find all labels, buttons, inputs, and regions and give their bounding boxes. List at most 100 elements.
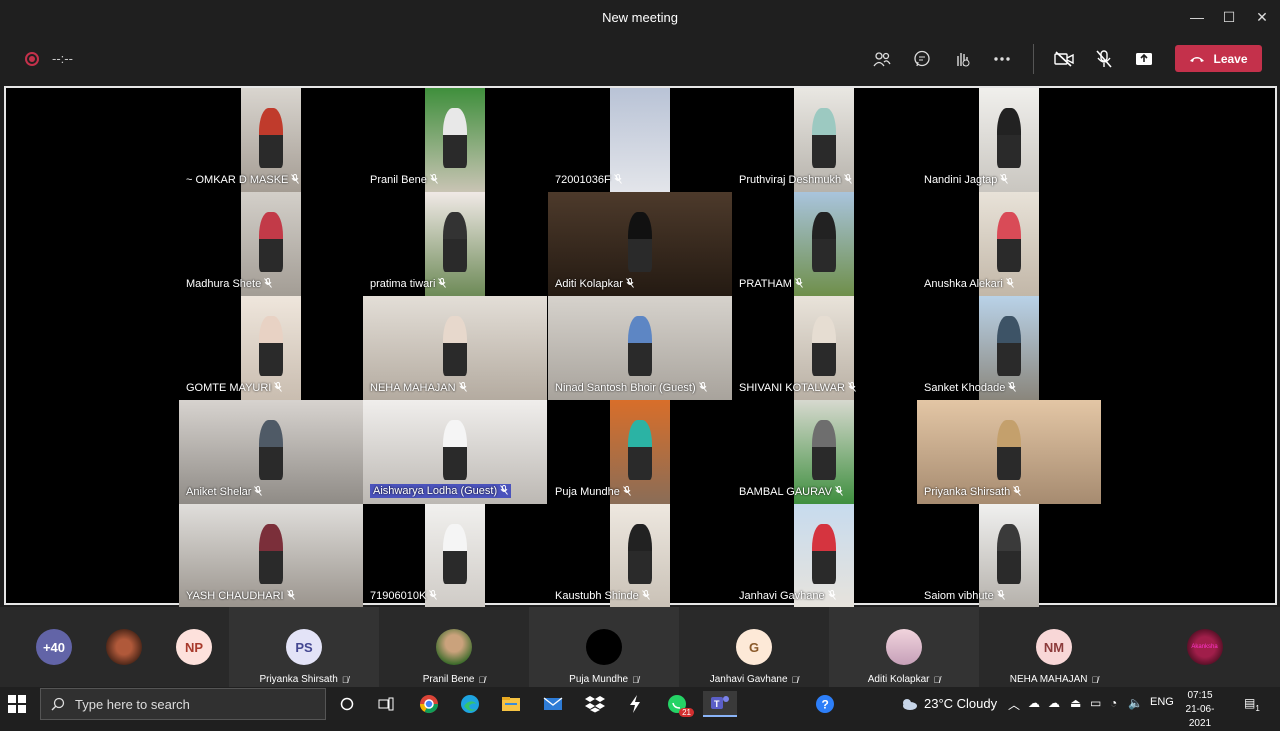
participant-video-tile[interactable]: Nandini Jagtap (917, 88, 1101, 192)
clock-time: 07:15 (1187, 690, 1213, 701)
battery-icon[interactable]: ▭ (1090, 696, 1101, 710)
participant-video-tile[interactable]: Madhura Shete (179, 192, 363, 296)
participant-video-tile[interactable]: Aniket Shelar (179, 400, 363, 504)
participant-video-tile[interactable]: GOMTE MAYURI (179, 296, 363, 400)
mic-off-icon (698, 382, 707, 394)
participant-name-label: Puja Mundhe (555, 486, 631, 498)
participant-figure (259, 524, 283, 584)
language-indicator[interactable]: ENG (1150, 696, 1174, 708)
participant-video-tile[interactable]: YASH CHAUDHARI (179, 504, 363, 608)
notification-center-icon[interactable]: ▤1 (1244, 696, 1260, 713)
participant-video-tile[interactable]: Ninad Santosh Bhoir (Guest) (548, 296, 732, 400)
participant-name-label: NEHA MAHAJAN (370, 382, 467, 394)
whatsapp-icon[interactable]: 21 (664, 691, 694, 717)
participants-icon[interactable] (869, 46, 895, 72)
chat-icon[interactable] (909, 46, 935, 72)
file-explorer-icon[interactable] (498, 691, 524, 717)
participant-figure (812, 212, 836, 272)
participant-avatar-np[interactable]: NP (176, 629, 212, 665)
window-title: New meeting (602, 10, 678, 25)
participant-video-tile[interactable]: Kaustubh Shinde (548, 504, 732, 608)
share-screen-icon[interactable] (1131, 46, 1157, 72)
overflow-participants-button[interactable]: +40 (36, 629, 72, 665)
participant-avatar (436, 629, 472, 665)
title-bar: New meeting — ☐ ✕ (0, 0, 1280, 34)
participant-video-tile[interactable]: NEHA MAHAJAN (363, 296, 547, 400)
participant-avatar-logo: Akanksha (1186, 629, 1223, 665)
participant-video-tile[interactable]: Priyanka Shirsath (917, 400, 1101, 504)
participant-video-tile[interactable]: pratima tiwari (363, 192, 547, 296)
leave-button[interactable]: Leave (1175, 45, 1262, 72)
taskbar-search-box[interactable]: Type here to search (40, 688, 326, 720)
edge-icon[interactable] (457, 691, 483, 717)
mic-off-icon (291, 174, 300, 186)
weather-widget[interactable]: 23°C Cloudy (900, 696, 997, 711)
maximize-button[interactable]: ☐ (1212, 0, 1246, 34)
participant-slot[interactable]: Pranil Bene 🎙̸ (379, 607, 529, 687)
participant-name-label: pratima tiwari (370, 278, 447, 290)
mic-off-icon (1005, 278, 1014, 290)
participant-figure (259, 108, 283, 168)
participant-video-tile[interactable]: Aditi Kolapkar (548, 192, 732, 296)
participant-video-tile[interactable]: Puja Mundhe (548, 400, 732, 504)
participant-avatar-photo[interactable] (106, 629, 142, 665)
mic-off-icon (1013, 486, 1022, 498)
participant-name-label: Aishwarya Lodha (Guest) (370, 484, 512, 498)
participant-video-tile[interactable]: Pranil Bene (363, 88, 547, 192)
raise-hand-icon[interactable] (949, 46, 975, 72)
teams-icon[interactable]: T (703, 691, 737, 717)
tray-chevron-icon[interactable]: ︿ (1008, 696, 1020, 713)
participant-name: Janhavi Gavhane (739, 590, 825, 602)
participant-slot[interactable]: Akanksha (1129, 607, 1280, 687)
participant-name-label: Janhavi Gavhane (739, 590, 836, 602)
participant-video-tile[interactable]: 71906010K (363, 504, 547, 608)
recording-indicator-icon (25, 52, 39, 66)
participant-name-label: Pranil Bene (370, 174, 438, 186)
participant-video-tile[interactable]: PRATHAM (732, 192, 916, 296)
windows-start-icon[interactable] (8, 695, 26, 713)
usb-icon[interactable]: ⏏ (1070, 696, 1081, 710)
participant-slot[interactable]: PS Priyanka Shirsath 🎙̸ (229, 607, 379, 687)
close-button[interactable]: ✕ (1245, 0, 1279, 34)
volume-icon[interactable]: 🔈 (1128, 696, 1143, 710)
participant-figure (997, 212, 1021, 272)
participant-slot[interactable]: NM NEHA MAHAJAN 🎙̸ (979, 607, 1129, 687)
participant-video-tile[interactable]: Saiom vibhute (917, 504, 1101, 608)
participant-slot[interactable]: Aditi Kolapkar 🎙̸ (829, 607, 979, 687)
participant-video-tile[interactable]: BAMBAL GAURAV (732, 400, 916, 504)
participant-slot[interactable]: G Janhavi Gavhane 🎙̸ (679, 607, 829, 687)
chrome-icon[interactable] (416, 691, 442, 717)
mic-off-icon: 🎙̸ (632, 674, 639, 685)
participant-name: Puja Mundhe (569, 674, 629, 685)
minimize-button[interactable]: — (1180, 0, 1214, 34)
participant-video-tile[interactable]: Janhavi Gavhane (732, 504, 916, 608)
participant-video-tile[interactable]: Anushka Alekari (917, 192, 1101, 296)
winamp-icon[interactable] (622, 691, 648, 717)
onedrive-icon[interactable]: ☁ (1028, 696, 1040, 710)
participant-name-label: Sanket Khodade (924, 382, 1017, 394)
mic-off-icon[interactable] (1091, 46, 1117, 72)
more-options-icon[interactable] (989, 46, 1015, 72)
wifi-icon[interactable]: ◔ (1110, 696, 1117, 710)
task-view-icon[interactable] (373, 691, 399, 717)
windows-taskbar: Type here to search 21 T ? 23°C Cloudy ︿… (0, 687, 1280, 729)
participant-slot[interactable]: Puja Mundhe 🎙̸ (529, 607, 679, 687)
participant-name: Aditi Kolapkar (867, 674, 930, 685)
dropbox-icon[interactable] (582, 691, 608, 717)
participant-video-tile[interactable]: Pruthviraj Deshmukh (732, 88, 916, 192)
cloud-sync-icon[interactable]: ☁ (1048, 696, 1060, 710)
camera-off-icon[interactable] (1051, 46, 1077, 72)
participant-name: pratima tiwari (370, 278, 436, 290)
participant-figure (997, 316, 1021, 376)
participant-video-tile[interactable]: Sanket Khodade (917, 296, 1101, 400)
participant-figure (628, 524, 652, 584)
mail-icon[interactable] (540, 691, 566, 717)
participant-video-tile[interactable]: Aishwarya Lodha (Guest) (363, 400, 547, 504)
taskbar-clock[interactable]: 07:15 21-06-2021 (1176, 689, 1224, 731)
help-icon[interactable]: ? (812, 691, 838, 717)
participant-video-tile[interactable]: ~ OMKAR D MASKE (179, 88, 363, 192)
participant-video-tile[interactable]: SHIVANI KOTALWAR (732, 296, 916, 400)
participant-video-tile[interactable]: 72001036F (548, 88, 732, 192)
cortana-icon[interactable] (334, 691, 360, 717)
participant-figure (443, 108, 467, 168)
